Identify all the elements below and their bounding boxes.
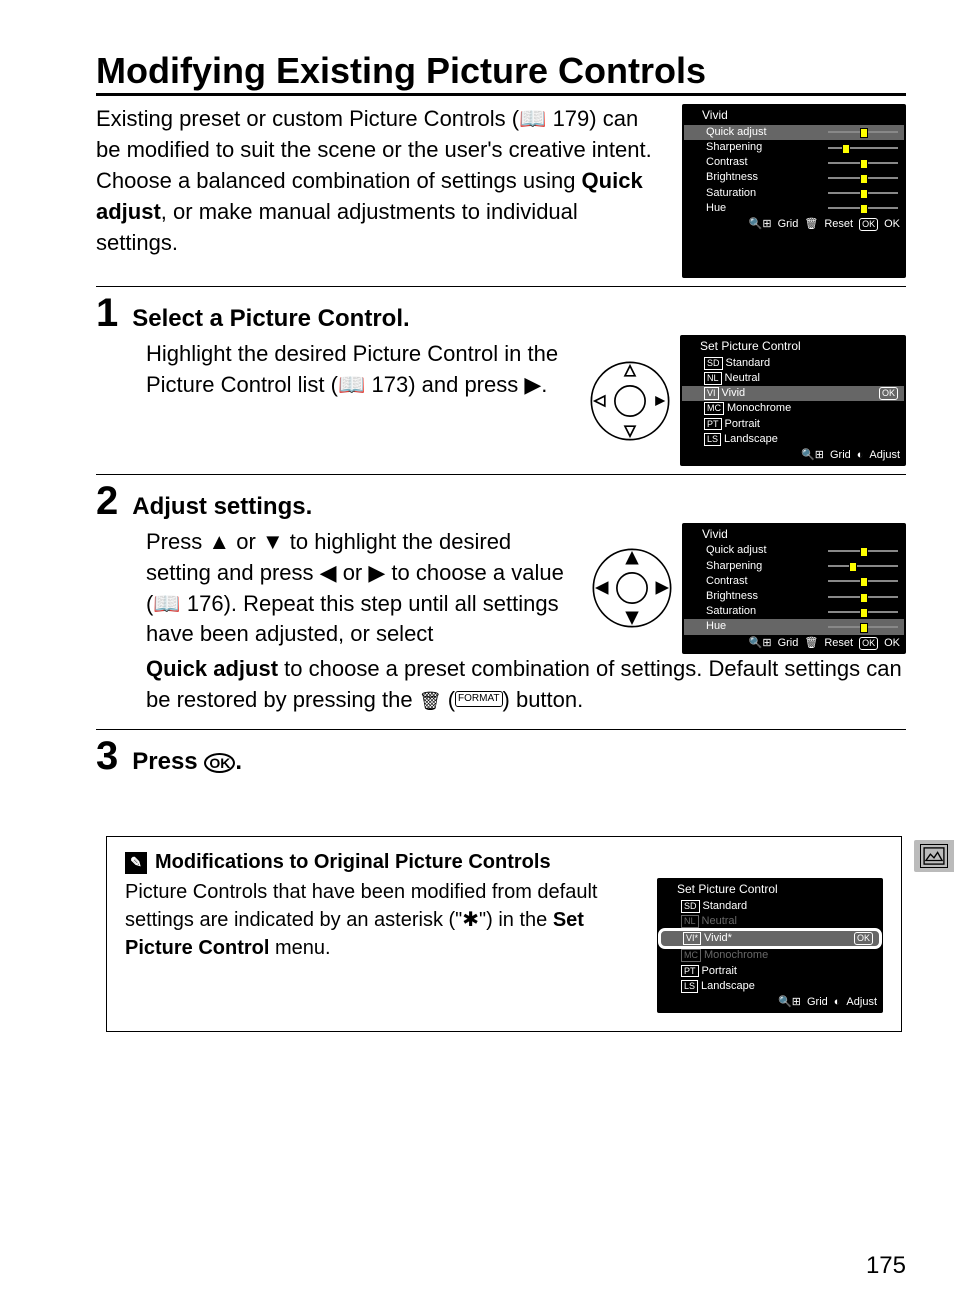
lcd-item-vivid: VIVividOK	[682, 386, 904, 401]
step-body: Highlight the desired Picture Control in…	[146, 339, 572, 401]
lcd-footer: 🔍⊞ Grid 🗑 Reset OK OK	[684, 216, 904, 233]
format-icon: FORMAT	[455, 691, 502, 707]
lcd-row-hue: Hue	[684, 619, 904, 634]
lcd-row-quick-adjust: Quick adjust	[684, 125, 904, 140]
step-3: 3 Press OK.	[96, 729, 906, 776]
note-pencil-icon: ✎	[125, 852, 147, 874]
book-icon: 📖	[153, 591, 187, 616]
step-2: 2 Adjust settings. Press ▲ or ▼ to highl…	[96, 474, 906, 715]
step-title: Adjust settings.	[132, 493, 312, 521]
lcd-item-neutral: NLNeutral	[682, 371, 904, 386]
lcd-row-saturation: Saturation	[684, 604, 904, 619]
step-number: 2	[96, 481, 118, 521]
lcd-row-saturation: Saturation	[684, 186, 904, 201]
lcd-title: Set Picture Control	[682, 337, 904, 355]
page-number: 175	[866, 1252, 906, 1280]
lcd-item-portrait: PTPortrait	[682, 417, 904, 432]
ok-circle-icon: OK	[204, 753, 235, 773]
lcd-foot-dial-icon: ◐	[857, 449, 864, 462]
lcd-item-vivid-modified: VI*Vivid*OK	[659, 929, 881, 948]
intro-paragraph: Existing preset or custom Picture Contro…	[96, 104, 664, 258]
lcd-foot-trash-icon: 🗑	[804, 218, 818, 231]
lcd-item-neutral: NLNeutral	[659, 914, 881, 929]
lcd-row-contrast: Contrast	[684, 155, 904, 170]
book-icon: 📖	[338, 372, 372, 397]
picture-control-icon	[920, 844, 948, 868]
lcd-foot-ok-icon: OK	[859, 637, 878, 650]
lcd-foot-grid: Grid	[778, 218, 799, 231]
lcd-foot-zoom-icon: 🔍⊞	[749, 218, 772, 231]
lcd-footer: 🔍⊞Grid ◐Adjust	[682, 447, 904, 464]
step-1: 1 Select a Picture Control. Highlight th…	[96, 286, 906, 466]
lcd-item-landscape: LSLandscape	[682, 432, 904, 447]
lcd-footer: 🔍⊞Grid 🗑Reset OKOK	[684, 635, 904, 652]
side-thumb-tab	[914, 840, 954, 872]
note-body: Picture Controls that have been modified…	[125, 878, 643, 962]
lcd-title: Vivid	[684, 525, 904, 543]
step-number: 1	[96, 293, 118, 333]
lcd-item-standard: SDStandard	[659, 899, 881, 914]
lcd-set-picture-control: Set Picture Control SDStandard NLNeutral…	[680, 335, 906, 466]
step-number: 3	[96, 736, 118, 776]
lcd-foot-trash-icon: 🗑	[804, 637, 818, 650]
intro-text: , or make manual adjustments to individu…	[96, 199, 578, 255]
lcd-foot-reset: Reset	[824, 218, 853, 231]
trash-icon: 🗑	[419, 691, 442, 711]
book-icon: 📖	[519, 106, 553, 131]
note-title: Modifications to Original Picture Contro…	[155, 851, 551, 874]
lcd-foot-ok: OK	[884, 218, 900, 231]
dpad-right-icon	[588, 359, 672, 443]
lcd-row-hue: Hue	[684, 201, 904, 216]
intro-text: Existing preset or custom Picture Contro…	[96, 106, 519, 131]
lcd-set-picture-control-modified: Set Picture Control SDStandard NLNeutral…	[657, 878, 883, 1013]
lcd-item-landscape: LSLandscape	[659, 979, 881, 994]
lcd-foot-zoom-icon: 🔍⊞	[749, 637, 772, 650]
lcd-row-brightness: Brightness	[684, 589, 904, 604]
lcd-row-brightness: Brightness	[684, 170, 904, 185]
asterisk-icon: ✱	[462, 909, 479, 931]
intro-ref: 179	[553, 106, 590, 131]
lcd-title: Set Picture Control	[659, 880, 881, 898]
lcd-item-monochrome: MCMonochrome	[659, 948, 881, 963]
lcd-item-standard: SDStandard	[682, 356, 904, 371]
lcd-row-sharpening: Sharpening	[684, 559, 904, 574]
step-title: Select a Picture Control.	[132, 305, 409, 333]
lcd-foot-dial-icon: ◐	[834, 996, 841, 1009]
step-body-continued: Quick adjust to choose a preset combinat…	[146, 654, 906, 716]
lcd-row-quick-adjust: Quick adjust	[684, 543, 904, 558]
lcd-row-contrast: Contrast	[684, 574, 904, 589]
step-body: Press ▲ or ▼ to highlight the desired se…	[146, 527, 574, 650]
lcd-foot-ok-icon: OK	[859, 218, 878, 231]
page-title: Modifying Existing Picture Controls	[96, 50, 906, 96]
lcd-foot-zoom-icon: 🔍⊞	[778, 996, 801, 1009]
lcd-vivid-adjust: Vivid Quick adjust Sharpening Contrast B…	[682, 523, 906, 654]
lcd-title: Vivid	[684, 106, 904, 124]
lcd-vivid-top: Vivid Quick adjust Sharpening Contrast B…	[682, 104, 906, 278]
lcd-item-portrait: PTPortrait	[659, 964, 881, 979]
dpad-all-icon	[590, 546, 674, 630]
step-title: Press OK.	[132, 748, 242, 776]
lcd-foot-zoom-icon: 🔍⊞	[801, 449, 824, 462]
lcd-row-sharpening: Sharpening	[684, 140, 904, 155]
lcd-footer: 🔍⊞Grid ◐Adjust	[659, 994, 881, 1011]
lcd-item-monochrome: MCMonochrome	[682, 401, 904, 416]
note-box: ✎ Modifications to Original Picture Cont…	[106, 836, 902, 1032]
